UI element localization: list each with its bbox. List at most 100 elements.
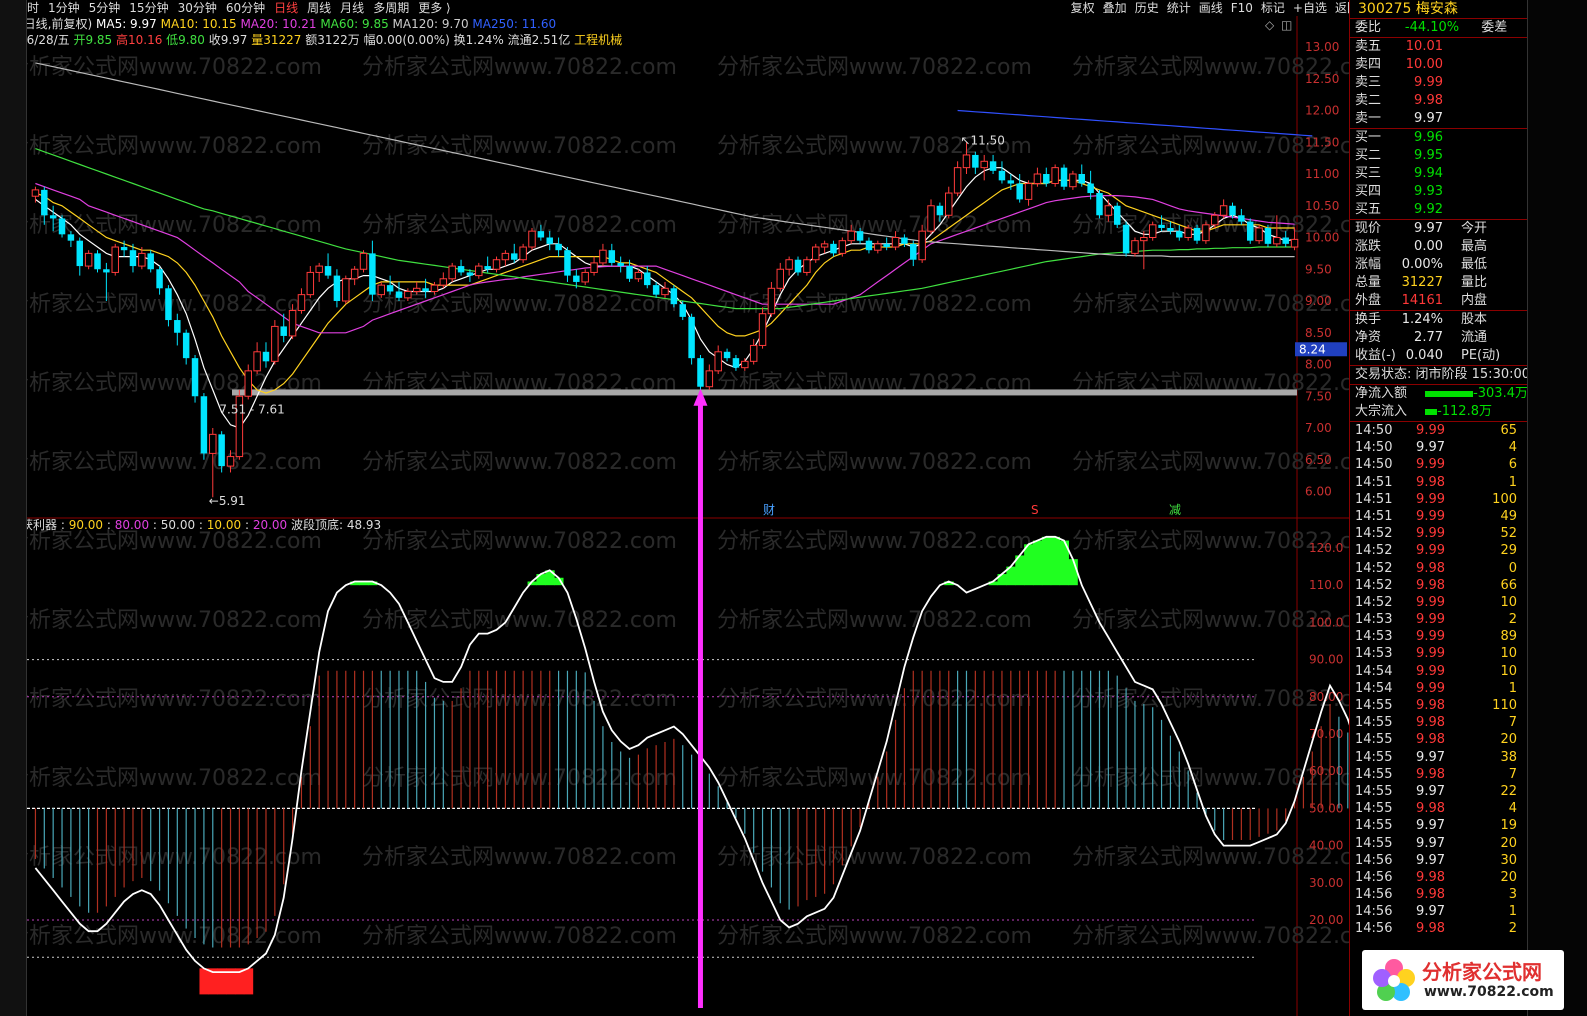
toolbar-action-5[interactable]: F10 — [1231, 0, 1253, 16]
diamond-icon[interactable]: ◇ — [1265, 18, 1275, 32]
candle[interactable] — [927, 199, 935, 235]
candle[interactable] — [448, 262, 456, 282]
candle[interactable] — [200, 393, 208, 460]
period-tab-6[interactable]: 日线 — [274, 0, 298, 16]
candle[interactable] — [749, 339, 758, 365]
candle[interactable] — [758, 307, 767, 349]
candle[interactable] — [1087, 170, 1094, 200]
toolbar-action-1[interactable]: 叠加 — [1103, 0, 1127, 16]
candle[interactable] — [732, 354, 740, 371]
candle[interactable] — [679, 301, 686, 321]
candle[interactable] — [333, 269, 341, 308]
candle[interactable] — [785, 256, 793, 276]
candle[interactable] — [84, 250, 93, 270]
candle[interactable] — [111, 243, 119, 276]
candle[interactable] — [953, 161, 962, 197]
candle[interactable] — [58, 215, 66, 238]
candle[interactable] — [741, 358, 749, 371]
candle[interactable] — [945, 186, 953, 219]
candle[interactable] — [670, 285, 678, 308]
candle[interactable] — [94, 250, 101, 273]
toolbar-action-2[interactable]: 历史 — [1135, 0, 1159, 16]
period-tab-8[interactable]: 月线 — [340, 0, 364, 16]
candle[interactable] — [235, 389, 244, 460]
candle[interactable] — [1060, 164, 1068, 190]
candle[interactable] — [1113, 202, 1121, 228]
candle[interactable] — [723, 348, 731, 362]
toolbar-action-4[interactable]: 画线 — [1199, 0, 1223, 16]
candle[interactable] — [1024, 180, 1033, 206]
candle[interactable] — [350, 266, 359, 286]
candle[interactable] — [528, 227, 536, 251]
period-tab-9[interactable]: 多周期 — [373, 0, 409, 16]
candle[interactable] — [794, 256, 802, 276]
candle[interactable] — [1148, 221, 1157, 241]
period-tab-3[interactable]: 15分钟 — [129, 0, 168, 16]
candle[interactable] — [492, 256, 501, 273]
candle[interactable] — [820, 240, 829, 254]
candle[interactable] — [617, 256, 624, 273]
candle[interactable] — [262, 342, 270, 368]
candle[interactable] — [182, 329, 190, 365]
candle[interactable] — [147, 250, 154, 273]
candle[interactable] — [644, 266, 651, 289]
candle[interactable] — [369, 240, 376, 301]
toolbar-action-0[interactable]: 复权 — [1071, 0, 1095, 16]
tick-list[interactable]: 14:50 9.99 65 14:50 9.97 4 14:50 9.99 6 14:51 9.98… — [1350, 422, 1527, 938]
candle[interactable] — [457, 259, 465, 276]
candle[interactable] — [1033, 167, 1042, 187]
candle[interactable] — [306, 266, 315, 298]
candle[interactable] — [324, 253, 332, 279]
candle[interactable] — [1096, 189, 1103, 219]
candle[interactable] — [156, 266, 163, 295]
kline-svg[interactable]: 分析家公式网www.70822.com 分析家公式网www.70822.com 分析… — [27, 16, 1349, 1016]
candle[interactable] — [359, 250, 368, 273]
period-tab-7[interactable]: 周线 — [307, 0, 331, 16]
candle[interactable] — [830, 240, 837, 257]
candle[interactable] — [581, 269, 589, 286]
candle[interactable] — [998, 161, 1006, 184]
candle[interactable] — [776, 262, 785, 292]
candle[interactable] — [865, 237, 873, 254]
toolbar-action-7[interactable]: +自选 — [1293, 0, 1327, 16]
candle[interactable] — [511, 243, 518, 263]
window-icon[interactable]: ◫ — [1281, 18, 1292, 32]
candle[interactable] — [705, 364, 714, 390]
toolbar-action-6[interactable]: 标记 — [1261, 0, 1285, 16]
candle[interactable] — [191, 354, 199, 403]
period-tab-2[interactable]: 5分钟 — [89, 0, 121, 16]
period-tab-10[interactable]: 更多 ⟩ — [418, 0, 451, 16]
candle[interactable] — [271, 320, 279, 365]
candle[interactable] — [714, 345, 722, 375]
period-tab-0[interactable]: 时 — [27, 0, 39, 16]
candle[interactable] — [838, 237, 847, 257]
candle[interactable] — [1069, 170, 1077, 190]
candle[interactable] — [519, 243, 527, 263]
candle[interactable] — [1219, 199, 1228, 219]
candle[interactable] — [174, 313, 181, 346]
candle[interactable] — [315, 262, 323, 282]
candle[interactable] — [244, 364, 252, 400]
candle[interactable] — [76, 237, 84, 276]
candle[interactable] — [475, 262, 483, 279]
candle[interactable] — [555, 237, 562, 257]
candle[interactable] — [1131, 237, 1139, 257]
candle[interactable] — [874, 240, 882, 254]
candle[interactable] — [608, 243, 616, 267]
candle[interactable] — [1078, 164, 1085, 187]
candle[interactable] — [1246, 218, 1254, 244]
candle[interactable] — [883, 237, 890, 251]
candle[interactable] — [1255, 224, 1263, 244]
candle[interactable] — [165, 285, 172, 327]
period-tab-5[interactable]: 60分钟 — [226, 0, 265, 16]
period-tab-4[interactable]: 30分钟 — [178, 0, 217, 16]
candle[interactable] — [1264, 224, 1272, 248]
candle[interactable] — [688, 313, 695, 365]
candle[interactable] — [972, 151, 979, 174]
candle[interactable] — [767, 281, 776, 317]
candle[interactable] — [564, 247, 571, 282]
candle[interactable] — [590, 256, 598, 276]
candle[interactable] — [697, 354, 704, 390]
candle[interactable] — [803, 256, 811, 276]
candle[interactable] — [342, 275, 350, 305]
